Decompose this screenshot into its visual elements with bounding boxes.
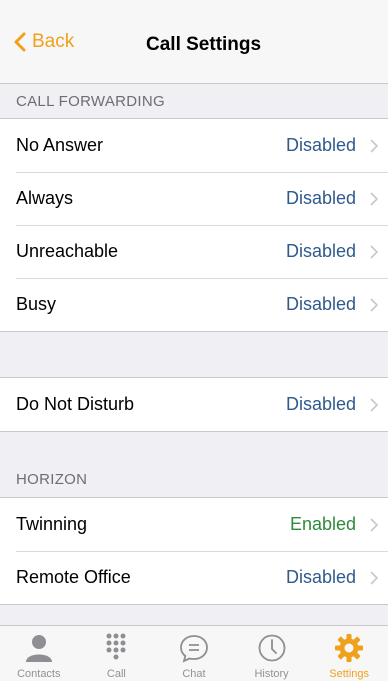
row-remote-office[interactable]: Remote Office Disabled	[0, 551, 388, 604]
section-header-horizon: HORIZON	[16, 470, 88, 488]
row-label: No Answer	[16, 135, 104, 155]
tab-chat[interactable]: Chat	[155, 626, 233, 681]
row-value: Disabled	[285, 188, 356, 208]
row-no-answer[interactable]: No Answer Disabled	[0, 119, 388, 172]
chevron-left-icon	[14, 32, 26, 52]
row-unreachable[interactable]: Unreachable Disabled	[0, 225, 388, 278]
chat-icon	[180, 635, 208, 663]
tab-label: History	[254, 668, 289, 680]
gear-icon	[335, 634, 364, 662]
call-forwarding-group: No Answer Disabled Always Disabled Unrea…	[0, 118, 388, 332]
page-title: Call Settings	[146, 34, 262, 55]
row-value: Disabled	[285, 135, 356, 155]
row-value: Disabled	[285, 567, 356, 587]
back-button[interactable]: Back	[14, 31, 74, 53]
tab-label: Settings	[329, 668, 370, 680]
tab-call[interactable]: Call	[78, 626, 156, 681]
row-always[interactable]: Always Disabled	[0, 172, 388, 225]
section-header-call-forwarding: CALL FORWARDING	[16, 92, 165, 110]
row-value: Disabled	[285, 241, 356, 261]
contacts-icon	[25, 635, 52, 662]
row-busy[interactable]: Busy Disabled	[0, 278, 388, 331]
navigation-bar: Back Call Settings	[0, 0, 388, 84]
do-not-disturb-group: Do Not Disturb Disabled	[0, 377, 388, 432]
chevron-right-icon	[370, 138, 379, 153]
tab-label: Contacts	[17, 668, 61, 680]
row-value: Enabled	[289, 514, 356, 534]
tab-bar: Contacts Call Chat History Settings	[0, 625, 388, 681]
clock-icon	[258, 634, 285, 662]
row-label: Twinning	[16, 514, 88, 534]
row-value: Disabled	[285, 394, 356, 414]
chevron-right-icon	[370, 191, 379, 206]
row-label: Busy	[16, 294, 57, 314]
row-label: Unreachable	[16, 241, 119, 261]
tab-history[interactable]: History	[233, 626, 311, 681]
chevron-right-icon	[370, 570, 379, 585]
row-label: Remote Office	[16, 567, 131, 587]
tab-settings[interactable]: Settings	[310, 626, 388, 681]
back-label: Back	[32, 31, 75, 52]
tab-contacts[interactable]: Contacts	[0, 626, 78, 681]
row-value: Disabled	[285, 294, 356, 314]
chevron-right-icon	[370, 244, 379, 259]
tab-label: Call	[106, 668, 126, 680]
chevron-right-icon	[370, 297, 379, 312]
row-twinning[interactable]: Twinning Enabled	[0, 498, 388, 551]
keypad-icon	[106, 633, 126, 660]
chevron-right-icon	[370, 397, 379, 412]
tab-label: Chat	[182, 668, 206, 680]
row-label: Always	[16, 188, 74, 208]
horizon-group: Twinning Enabled Remote Office Disabled	[0, 497, 388, 605]
chevron-right-icon	[370, 517, 379, 532]
row-label: Do Not Disturb	[16, 394, 135, 414]
row-do-not-disturb[interactable]: Do Not Disturb Disabled	[0, 378, 388, 431]
